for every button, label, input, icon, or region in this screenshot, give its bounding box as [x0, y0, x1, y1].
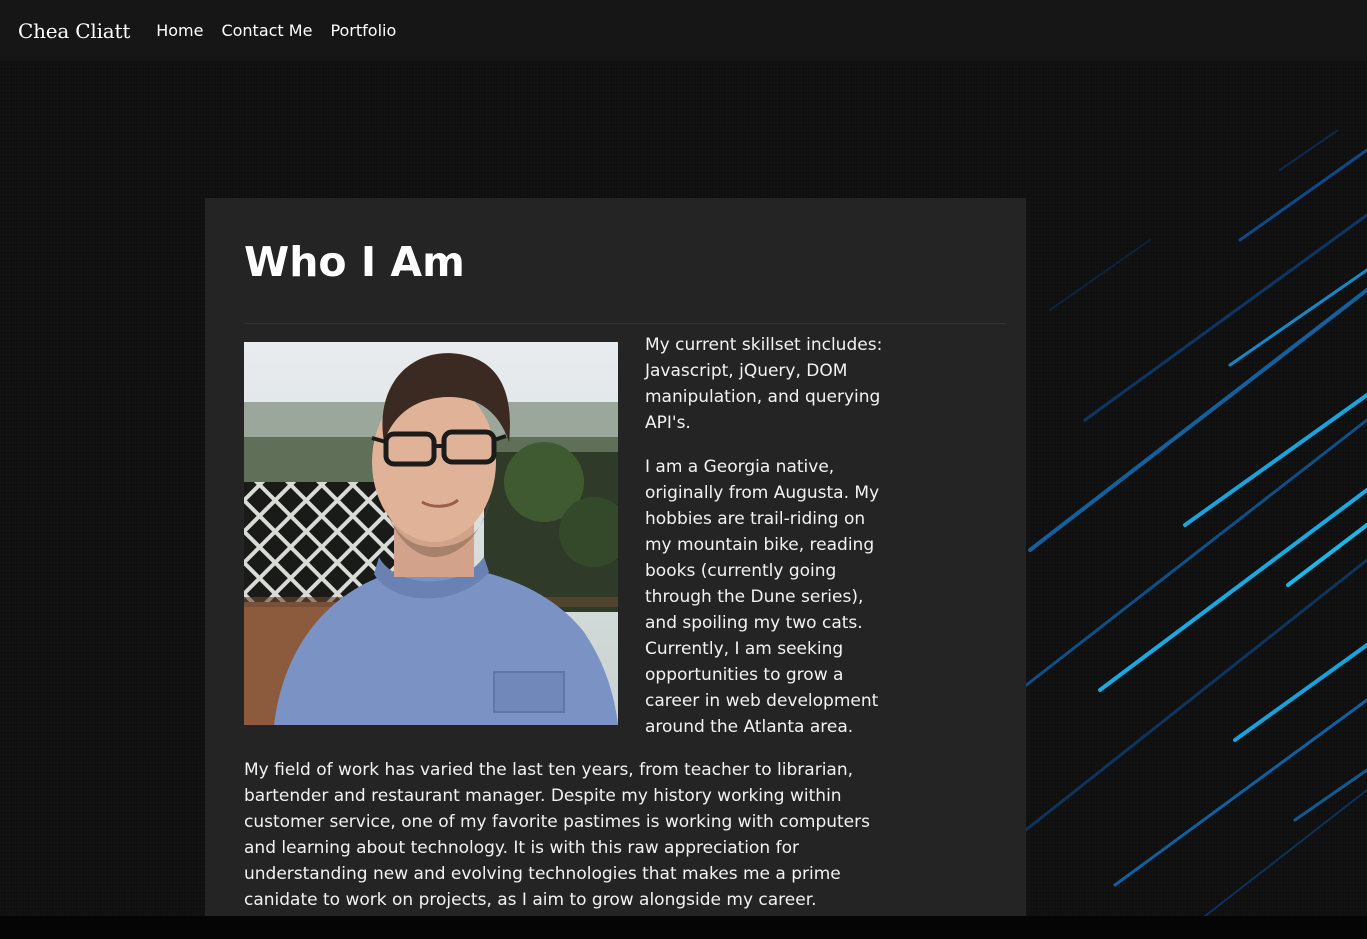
work-history-paragraph: My field of work has varied the last ten…	[244, 760, 870, 910]
intro-column: My current skillset includes: Javascript…	[645, 332, 885, 758]
brand-logo-link[interactable]: Chea Cliatt	[18, 19, 130, 43]
top-navbar: Chea Cliatt Home Contact Me Portfolio	[0, 0, 1367, 61]
skills-paragraph: My current skillset includes: Javascript…	[645, 335, 883, 433]
page-title: Who I Am	[244, 238, 465, 286]
nav-link-contact-me[interactable]: Contact Me	[221, 21, 312, 40]
bio-paragraph: I am a Georgia native, originally from A…	[645, 457, 880, 737]
bottom-bar	[0, 916, 1367, 939]
profile-photo	[244, 342, 618, 725]
about-card: Who I Am My current skillset includes: J…	[205, 198, 1026, 916]
nav-link-portfolio[interactable]: Portfolio	[330, 21, 396, 40]
page: Chea Cliatt Home Contact Me Portfolio Wh…	[0, 0, 1367, 939]
nav-link-home[interactable]: Home	[156, 21, 203, 40]
title-divider	[244, 323, 1006, 324]
